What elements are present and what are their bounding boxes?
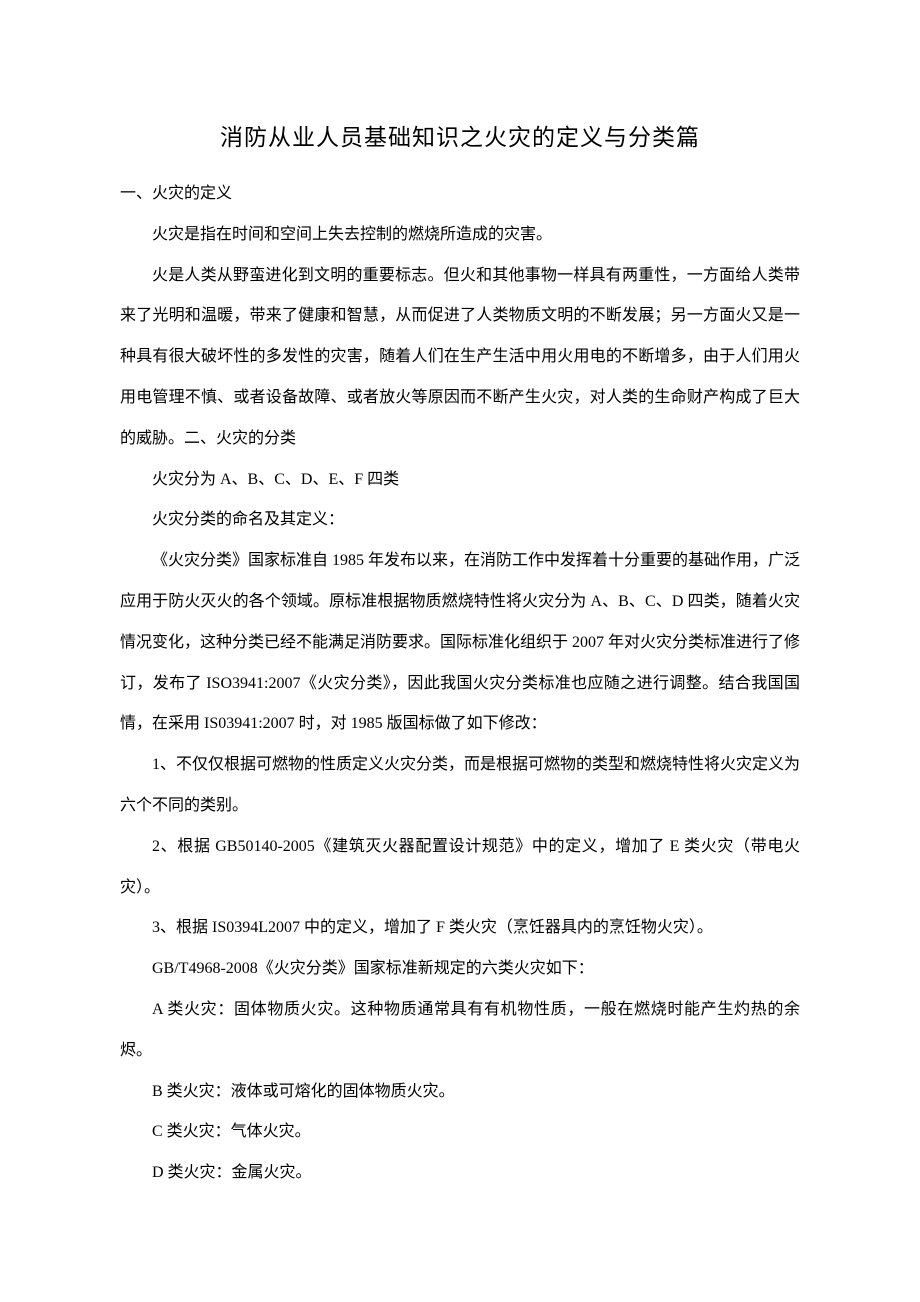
- document-page: 消防从业人员基础知识之火灾的定义与分类篇 一、火灾的定义 火灾是指在时间和空间上…: [0, 0, 920, 1302]
- section-1-heading: 一、火灾的定义: [120, 174, 800, 215]
- paragraph: B 类火灾：液体或可熔化的固体物质火灾。: [120, 1072, 800, 1113]
- paragraph: 火灾是指在时间和空间上失去控制的燃烧所造成的灾害。: [120, 215, 800, 256]
- page-title: 消防从业人员基础知识之火灾的定义与分类篇: [120, 118, 800, 152]
- paragraph: 火灾分类的命名及其定义：: [120, 500, 800, 541]
- paragraph: A 类火灾：固体物质火灾。这种物质通常具有有机物性质，一般在燃烧时能产生灼热的余…: [120, 990, 800, 1072]
- paragraph: C 类火灾：气体火灾。: [120, 1112, 800, 1153]
- paragraph: 1、不仅仅根据可燃物的性质定义火灾分类，而是根据可燃物的类型和燃烧特性将火灾定义…: [120, 745, 800, 827]
- paragraph: 《火灾分类》国家标准自 1985 年发布以来，在消防工作中发挥着十分重要的基础作…: [120, 541, 800, 745]
- paragraph: 火灾分为 A、B、C、D、E、F 四类: [120, 460, 800, 501]
- paragraph: 火是人类从野蛮进化到文明的重要标志。但火和其他事物一样具有两重性，一方面给人类带…: [120, 256, 800, 460]
- paragraph: D 类火灾：金属火灾。: [120, 1153, 800, 1194]
- paragraph: GB/T4968-2008《火灾分类》国家标准新规定的六类火灾如下：: [120, 949, 800, 990]
- paragraph: 2、根据 GB50140-2005《建筑灭火器配置设计规范》中的定义，增加了 E…: [120, 827, 800, 909]
- paragraph: 3、根据 IS0394L2007 中的定义，增加了 F 类火灾（烹饪器具内的烹饪…: [120, 908, 800, 949]
